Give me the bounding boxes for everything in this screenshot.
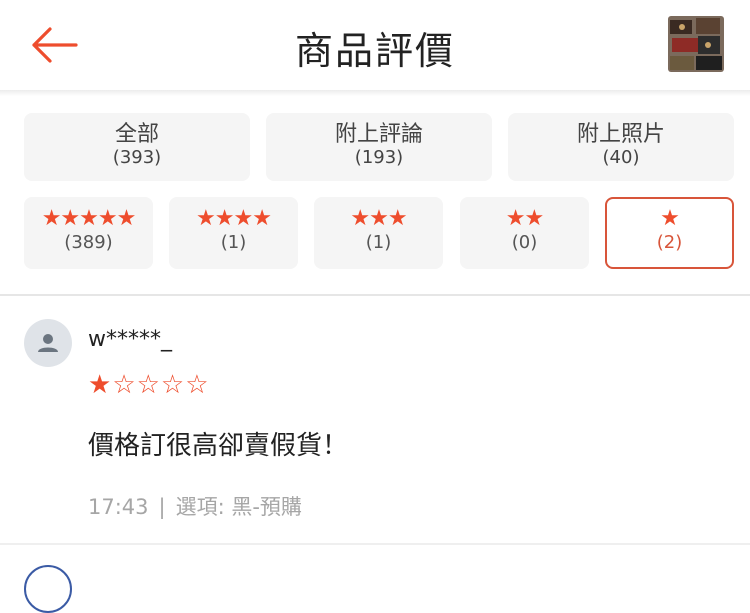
filter-5-stars[interactable]: ★★★★★ (389) (24, 197, 153, 269)
filter-with-photos[interactable]: 附上照片 (40) (508, 113, 734, 181)
page-title: 商品評價 (294, 29, 455, 73)
filter-3-stars[interactable]: ★★★ (1) (314, 197, 443, 269)
star-icons: ★ (660, 206, 680, 231)
review-rating: ★☆☆☆☆ (88, 370, 210, 400)
filter-count: (1) (220, 232, 247, 253)
filter-count: (389) (64, 232, 113, 253)
meta-separator: | (158, 495, 166, 519)
filter-label: 附上照片 (576, 122, 665, 147)
filter-count: (193) (354, 147, 404, 168)
filter-count: (2) (656, 232, 683, 253)
star-icons: ★★★ (350, 206, 407, 231)
star-empty-icon: ☆☆☆☆ (112, 370, 210, 400)
filter-count: (40) (602, 147, 640, 168)
review-meta: 17:43 | 選項: 黑-預購 (88, 491, 302, 521)
filter-all[interactable]: 全部 (393) (24, 113, 250, 181)
filter-2-stars[interactable]: ★★ (0) (460, 197, 589, 269)
review-time: 17:43 (88, 495, 149, 519)
filter-count: (1) (365, 232, 392, 253)
filter-label: 全部 (114, 122, 159, 147)
star-icons: ★★★★★ (41, 206, 137, 231)
review-divider (0, 543, 750, 545)
star-filled-icon: ★ (88, 370, 113, 400)
filter-4-stars[interactable]: ★★★★ (1) (169, 197, 298, 269)
review-variation: 選項: 黑-預購 (175, 495, 302, 519)
app-header: 商品評價 (0, 0, 750, 90)
star-icons: ★★★★ (196, 206, 272, 231)
filter-label: 附上評論 (334, 122, 423, 147)
filter-with-comments[interactable]: 附上評論 (193) (266, 113, 492, 181)
section-divider (0, 294, 750, 296)
filter-1-star[interactable]: ★ (2) (605, 197, 734, 269)
review-username: w*****_ (88, 327, 172, 352)
star-icons: ★★ (505, 206, 544, 231)
filter-count: (393) (112, 147, 162, 168)
avatar[interactable] (24, 565, 72, 613)
user-icon (38, 334, 58, 352)
header-divider (0, 90, 750, 96)
avatar[interactable] (24, 319, 72, 367)
product-thumbnail[interactable] (668, 16, 724, 72)
filter-count: (0) (511, 232, 538, 253)
review-comment: 價格訂很高卻賣假貨！ (88, 431, 349, 461)
